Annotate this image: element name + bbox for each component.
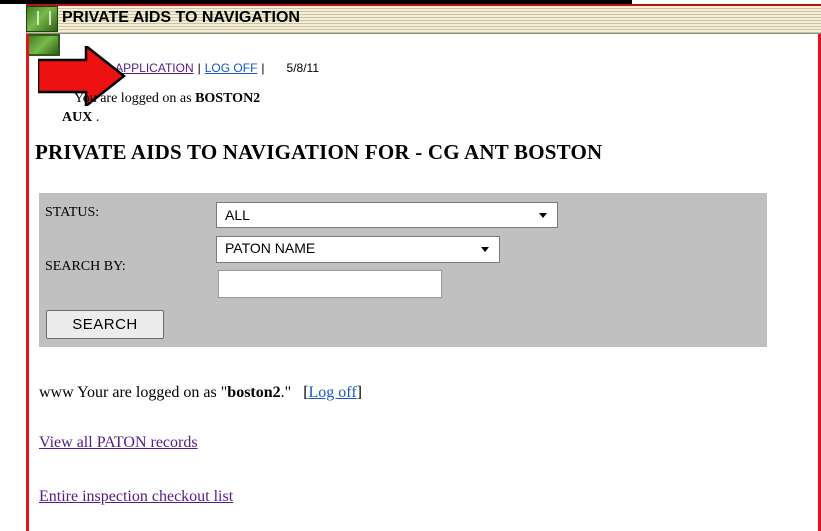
footer-bracket-close: ] bbox=[356, 384, 362, 401]
header-title: PRIVATE AIDS TO NAVIGATION bbox=[62, 9, 300, 26]
nav-separator: | bbox=[197, 61, 201, 75]
footer-suffix: ." bbox=[280, 384, 292, 401]
top-nav: E|APPLICATION|LOG OFF|5/8/11 bbox=[96, 61, 319, 75]
footer-logoff-link[interactable]: Log off bbox=[309, 384, 357, 401]
search-input[interactable] bbox=[218, 270, 442, 298]
user-group-suffix: . bbox=[95, 110, 100, 125]
logged-on-message: You are logged on as BOSTON2 bbox=[74, 91, 260, 107]
status-label: STATUS: bbox=[45, 205, 100, 220]
logged-on-user: BOSTON2 bbox=[195, 91, 261, 106]
user-group: AUX . bbox=[62, 110, 99, 126]
chevron-down-icon bbox=[481, 247, 489, 252]
status-select[interactable]: ALL bbox=[216, 202, 558, 228]
chevron-down-icon bbox=[539, 213, 547, 218]
entire-inspection-checkout-list-link[interactable]: Entire inspection checkout list bbox=[39, 488, 233, 506]
footer-user: boston2 bbox=[227, 384, 281, 401]
nav-date: 5/8/11 bbox=[286, 61, 320, 75]
search-by-select[interactable]: PATON NAME bbox=[216, 236, 500, 263]
left-frame-border-top bbox=[26, 34, 29, 56]
nav-logoff-link[interactable]: LOG OFF bbox=[205, 61, 258, 75]
left-frame-border bbox=[26, 56, 29, 531]
search-by-select-value: PATON NAME bbox=[225, 240, 316, 256]
nav-separator: | bbox=[261, 61, 265, 75]
search-button[interactable]: SEARCH bbox=[46, 310, 164, 339]
page-title: PRIVATE AIDS TO NAVIGATION FOR - CG ANT … bbox=[35, 140, 603, 164]
status-select-value: ALL bbox=[225, 207, 250, 223]
search-by-label: SEARCH BY: bbox=[45, 259, 126, 274]
footer-logged-on-message: www Your are logged on as "boston2." [Lo… bbox=[39, 384, 362, 402]
green-emblem-icon bbox=[26, 6, 58, 32]
view-all-paton-records-link[interactable]: View all PATON records bbox=[39, 434, 198, 452]
footer-prefix: www Your are logged on as " bbox=[39, 384, 228, 401]
nav-application-link[interactable]: APPLICATION bbox=[115, 61, 193, 75]
user-group-name: AUX bbox=[62, 110, 93, 125]
logged-on-prefix: You are logged on as bbox=[74, 91, 192, 106]
